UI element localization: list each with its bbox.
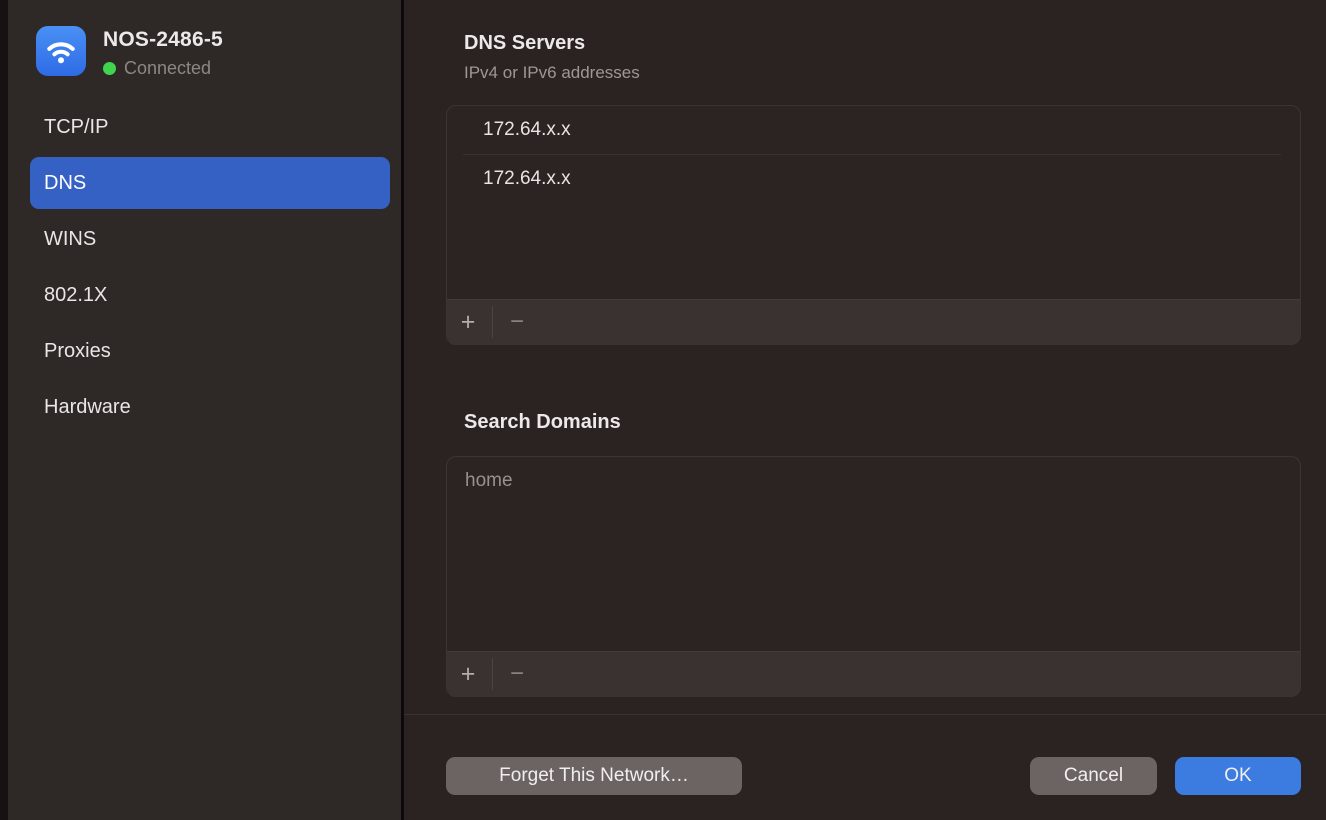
- sidebar: NOS-2486-5 Connected TCP/IP DNS WINS 802…: [8, 0, 401, 820]
- dns-servers-toolbar: + −: [447, 299, 1300, 344]
- sidebar-content-divider: [401, 0, 404, 820]
- network-header: NOS-2486-5 Connected: [36, 26, 223, 79]
- sidebar-nav: TCP/IP DNS WINS 802.1X Proxies Hardware: [30, 101, 390, 437]
- connected-status-label: Connected: [124, 58, 211, 79]
- wifi-icon: [36, 26, 86, 76]
- sidebar-item-proxies[interactable]: Proxies: [30, 325, 390, 377]
- add-search-domain-button[interactable]: +: [447, 652, 489, 697]
- dns-servers-listbox: 172.64.x.x 172.64.x.x + −: [446, 105, 1301, 345]
- list-empty-area: [447, 203, 1300, 299]
- search-domains-heading: Search Domains: [464, 411, 621, 434]
- toolbar-separator: [492, 658, 493, 690]
- network-name: NOS-2486-5: [103, 26, 223, 52]
- dns-servers-heading: DNS Servers: [464, 32, 585, 55]
- dns-server-entry[interactable]: 172.64.x.x: [447, 106, 1300, 154]
- remove-dns-server-button[interactable]: −: [496, 300, 538, 345]
- remove-search-domain-button[interactable]: −: [496, 652, 538, 697]
- forget-network-button[interactable]: Forget This Network…: [446, 757, 742, 795]
- sidebar-item-dns[interactable]: DNS: [30, 157, 390, 209]
- sidebar-item-wins[interactable]: WINS: [30, 213, 390, 265]
- sidebar-item-8021x[interactable]: 802.1X: [30, 269, 390, 321]
- ok-button[interactable]: OK: [1175, 757, 1301, 795]
- dns-servers-subtitle: IPv4 or IPv6 addresses: [464, 63, 640, 83]
- add-dns-server-button[interactable]: +: [447, 300, 489, 345]
- network-status: Connected: [103, 58, 223, 79]
- search-domain-entry[interactable]: home: [447, 457, 1300, 505]
- search-domains-listbox: home + −: [446, 456, 1301, 697]
- search-domains-toolbar: + −: [447, 651, 1300, 696]
- cancel-button[interactable]: Cancel: [1030, 757, 1157, 795]
- sidebar-item-hardware[interactable]: Hardware: [30, 381, 390, 433]
- footer-separator: [404, 714, 1326, 715]
- sidebar-item-tcpip[interactable]: TCP/IP: [30, 101, 390, 153]
- dns-server-entry[interactable]: 172.64.x.x: [447, 155, 1300, 203]
- list-empty-area: [447, 505, 1300, 651]
- toolbar-separator: [492, 306, 493, 338]
- connected-status-dot: [103, 62, 116, 75]
- network-header-text: NOS-2486-5 Connected: [103, 26, 223, 79]
- window-edge: [0, 0, 8, 820]
